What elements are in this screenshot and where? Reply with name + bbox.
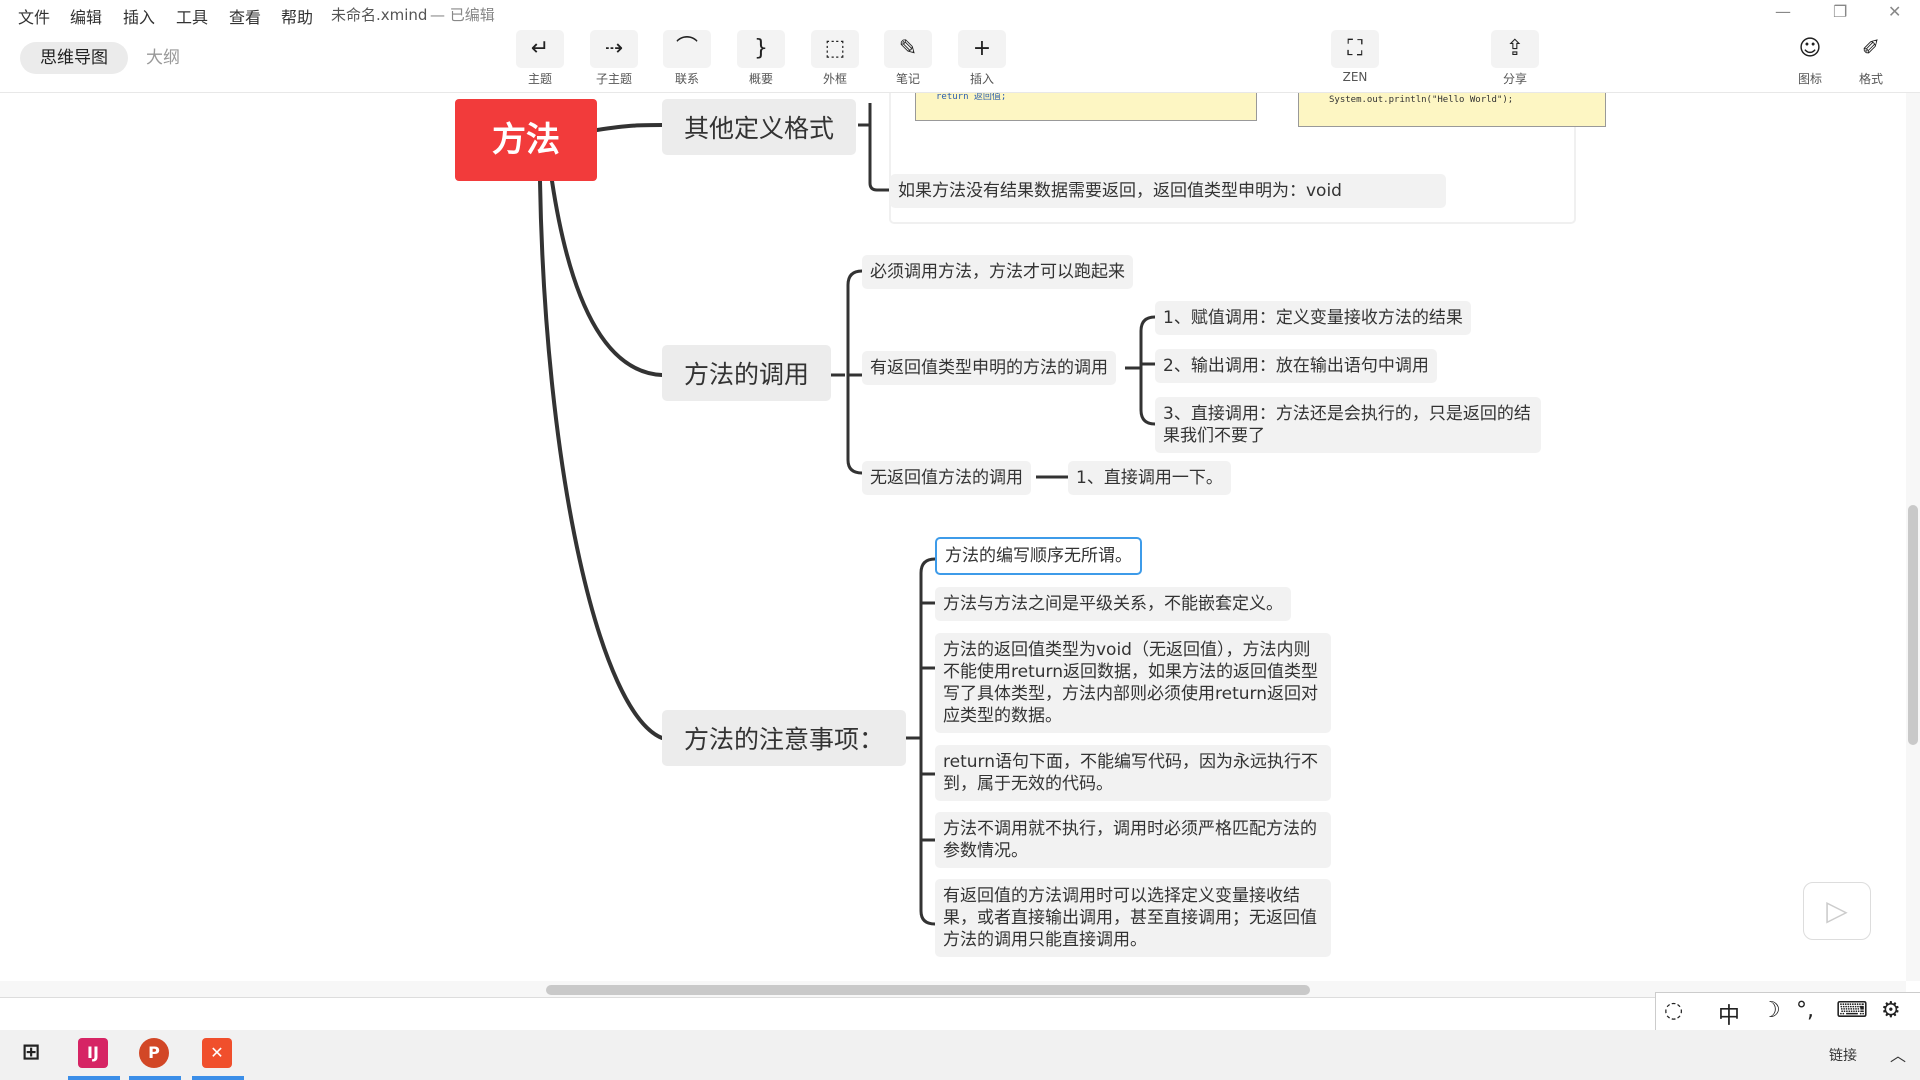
horizontal-scroll-thumb[interactable] [546, 985, 1310, 995]
insert-icon: + [958, 30, 1006, 68]
status-bar [0, 997, 1920, 1031]
note-item-call-styles[interactable]: 有返回值的方法调用时可以选择定义变量接收结果，或者直接输出调用，甚至直接调用；无… [935, 879, 1331, 957]
call-bracket [830, 269, 863, 475]
with-return-bracket [1125, 315, 1156, 426]
xmind-icon[interactable]: ✕ [202, 1038, 232, 1068]
minimize-button[interactable]: — [1775, 2, 1791, 21]
root-topic[interactable]: 方法 [455, 99, 597, 181]
menu-file[interactable]: 文件 [18, 4, 50, 28]
code-image-right[interactable]: System.out.println("Hello World"); [1298, 93, 1606, 127]
play-icon[interactable]: ▷ [1803, 882, 1871, 940]
subtopic-direct-call[interactable]: 3、直接调用：方法还是会执行的，只是返回的结果我们不要了 [1155, 397, 1541, 453]
relationship-button[interactable]: ⌒ 联系 [657, 30, 717, 87]
document-title: 未命名.xmind [331, 6, 428, 24]
root-to-call-line [550, 179, 664, 377]
menu-insert[interactable]: 插入 [123, 4, 155, 28]
subtopic-print-call[interactable]: 2、输出调用：放在输出语句中调用 [1155, 349, 1437, 383]
subtopic-icon: ⇢ [590, 30, 638, 68]
tab-outline[interactable]: 大纲 [126, 42, 200, 74]
mindmap-canvas[interactable]: 方法 其他定义格式 return 返回值; System.out.println… [0, 93, 1906, 981]
format-panel-label: 格式 [1858, 72, 1883, 86]
document-state: — 已编辑 [430, 6, 495, 24]
note-button[interactable]: ✎ 笔记 [878, 30, 938, 87]
ime-logo-icon[interactable]: ◌ [1664, 998, 1683, 1023]
ime-toolbar: ◌ 中 ☽ °, ⌨ ⚙ [1655, 992, 1920, 1032]
note-item-unreachable[interactable]: return语句下面，不能编写代码，因为永远执行不到，属于无效的代码。 [935, 745, 1331, 801]
note-item-must-call[interactable]: 方法不调用就不执行，调用时必须严格匹配方法的参数情况。 [935, 812, 1331, 868]
zen-button[interactable]: ⛶ ZEN [1325, 30, 1385, 84]
restore-button[interactable]: ❐ [1833, 2, 1847, 21]
root-to-format-line [595, 123, 664, 132]
note-label: 笔记 [895, 72, 920, 86]
root-to-notes-line [538, 179, 664, 740]
powerpoint-icon[interactable]: P [139, 1038, 169, 1068]
subtopic-no-return[interactable]: 无返回值方法的调用 [862, 461, 1031, 495]
menu-edit[interactable]: 编辑 [70, 4, 102, 28]
summary-label: 概要 [748, 72, 773, 86]
link-label[interactable]: 链接 [1829, 1045, 1857, 1065]
boundary-icon: ⬚ [811, 30, 859, 68]
menu-bar: 文件 编辑 插入 工具 查看 帮助 未命名.xmind — 已编辑 — ❐ ✕ [0, 0, 1920, 28]
icon-panel-label: 图标 [1797, 72, 1822, 86]
zen-label: ZEN [1342, 70, 1368, 84]
share-icon: ⇪ [1491, 30, 1539, 68]
taskbar: ⊞ IJ P ✕ 链接 ︿ [0, 1030, 1920, 1080]
format-icon: ✐ [1861, 36, 1881, 61]
note-void[interactable]: 如果方法没有结果数据需要返回，返回值类型申明为：void [890, 174, 1446, 208]
subtopic-must-call[interactable]: 必须调用方法，方法才可以跑起来 [862, 255, 1133, 289]
close-window-button[interactable]: ✕ [1888, 2, 1901, 21]
powerpoint-active-indicator [129, 1076, 181, 1080]
topic-label: 主题 [527, 72, 552, 86]
topic-notes[interactable]: 方法的注意事项： [662, 710, 907, 766]
note-icon: ✎ [884, 30, 932, 68]
summary-button[interactable]: } 概要 [731, 30, 791, 87]
format-panel-button[interactable]: ✐ 格式 [1841, 30, 1901, 87]
intellij-icon[interactable]: IJ [78, 1038, 108, 1068]
menu-help[interactable]: 帮助 [281, 4, 313, 28]
windows-start-icon[interactable]: ⊞ [16, 1038, 46, 1068]
subtopic-button[interactable]: ⇢ 子主题 [584, 30, 644, 87]
intellij-active-indicator [68, 1076, 120, 1080]
code-right-text: System.out.println("Hello World"); [1329, 95, 1514, 105]
notes-bracket [905, 557, 936, 926]
tab-mindmap[interactable]: 思维导图 [20, 42, 128, 74]
note-item-same-level[interactable]: 方法与方法之间是平级关系，不能嵌套定义。 [935, 587, 1291, 621]
topic-method-call[interactable]: 方法的调用 [662, 345, 832, 401]
boundary-button[interactable]: ⬚ 外框 [805, 30, 865, 87]
menu-tools[interactable]: 工具 [176, 4, 208, 28]
zen-icon: ⛶ [1331, 30, 1379, 68]
toolbar: 思维导图 大纲 ↵ 主题 ⇢ 子主题 ⌒ 联系 } 概要 ⬚ 外框 ✎ 笔记 + 插入 ⛶ ZE… [0, 28, 1920, 93]
note-item-void-return[interactable]: 方法的返回值类型为void（无返回值），方法内则不能使用return返回数据，如… [935, 633, 1331, 733]
ime-lang-toggle[interactable]: 中 [1718, 998, 1740, 1030]
insert-label: 插入 [969, 72, 994, 86]
relationship-label: 联系 [674, 72, 699, 86]
subtopic-label: 子主题 [595, 72, 632, 86]
boundary-label: 外框 [822, 72, 847, 86]
gear-icon[interactable]: ⚙ [1881, 998, 1901, 1023]
share-label: 分享 [1502, 72, 1527, 86]
insert-button[interactable]: + 插入 [952, 30, 1012, 87]
moon-icon[interactable]: ☽ [1761, 998, 1781, 1023]
chevron-up-icon[interactable]: ︿ [1890, 1042, 1906, 1066]
emoji-icon: ☺ [1798, 36, 1822, 61]
summary-icon: } [737, 30, 785, 68]
subtopic-direct-once[interactable]: 1、直接调用一下。 [1068, 461, 1231, 495]
relationship-icon: ⌒ [663, 30, 711, 68]
menu-view[interactable]: 查看 [229, 4, 261, 28]
subtopic-with-return[interactable]: 有返回值类型申明的方法的调用 [862, 351, 1116, 385]
share-button[interactable]: ⇪ 分享 [1485, 30, 1545, 87]
code-left-text: return 返回值; [936, 93, 1007, 102]
keyboard-icon[interactable]: ⌨ [1836, 998, 1868, 1023]
code-image-left[interactable]: return 返回值; [915, 93, 1257, 121]
subtopic-assign-call[interactable]: 1、赋值调用：定义变量接收方法的结果 [1155, 301, 1471, 335]
topic-button[interactable]: ↵ 主题 [510, 30, 570, 87]
xmind-active-indicator [192, 1076, 244, 1080]
vertical-scroll-thumb[interactable] [1908, 505, 1918, 745]
topic-other-formats[interactable]: 其他定义格式 [662, 99, 857, 155]
note-item-order-selected[interactable]: 方法的编写顺序无所谓。 [935, 537, 1142, 575]
topic-icon: ↵ [516, 30, 564, 68]
punctuation-icon[interactable]: °, [1796, 998, 1814, 1023]
icon-panel-button[interactable]: ☺ 图标 [1780, 30, 1840, 87]
